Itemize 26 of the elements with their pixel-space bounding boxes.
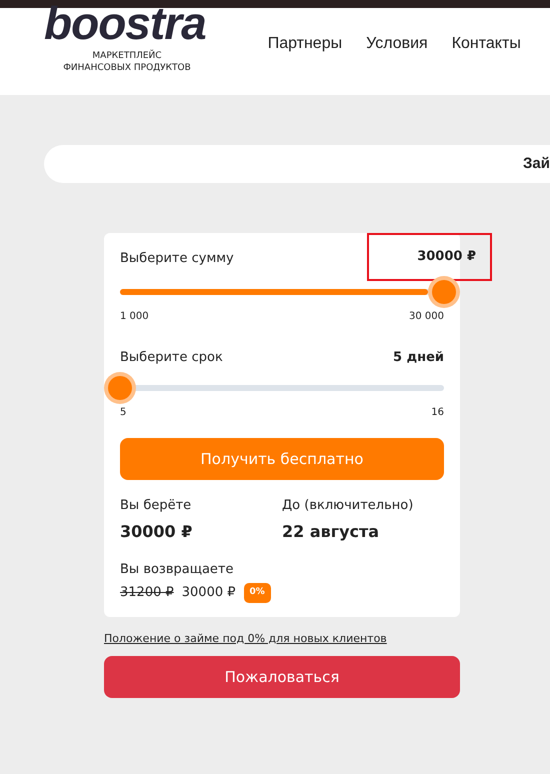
- banner-title: Зай: [523, 154, 550, 174]
- logo[interactable]: boostra: [44, 0, 206, 46]
- logo-tagline: МАРКЕТПЛЕЙС ФИНАНСОВЫХ ПРОДУКТОВ: [62, 50, 192, 74]
- old-amount: 31200 ₽: [120, 584, 174, 602]
- slider-thumb[interactable]: [432, 280, 456, 304]
- slider-value: 5 дней: [393, 348, 444, 366]
- summary-label: Вы берёте: [120, 497, 192, 515]
- discount-badge: 0%: [244, 583, 271, 602]
- nav-link[interactable]: Контакты: [452, 32, 521, 56]
- slider-thumb[interactable]: [108, 376, 132, 400]
- summary-value: 30000 ₽: [120, 520, 194, 542]
- slider-label: Выберите срок: [120, 348, 223, 366]
- summary-label: До (включительно): [282, 497, 414, 515]
- slider-label: Выберите сумму: [120, 250, 234, 268]
- return-amount: 30000 ₽: [182, 584, 236, 602]
- slider-max: 30 000: [409, 310, 444, 324]
- slider-value: 30000 ₽: [367, 233, 492, 280]
- slider-min: 1 000: [120, 310, 149, 324]
- slider-min: 5: [120, 406, 126, 420]
- summary-value: 22 августа: [282, 520, 380, 542]
- return-label: Вы возвращаете: [120, 560, 235, 578]
- slider-max: 16: [431, 406, 444, 420]
- terms-link[interactable]: Положение о займе под 0% для новых клиентов: [104, 630, 387, 647]
- nav-link[interactable]: Условия: [366, 32, 428, 56]
- nav-link[interactable]: Партнеры: [268, 32, 342, 56]
- complain-button[interactable]: Пожаловаться: [104, 656, 460, 698]
